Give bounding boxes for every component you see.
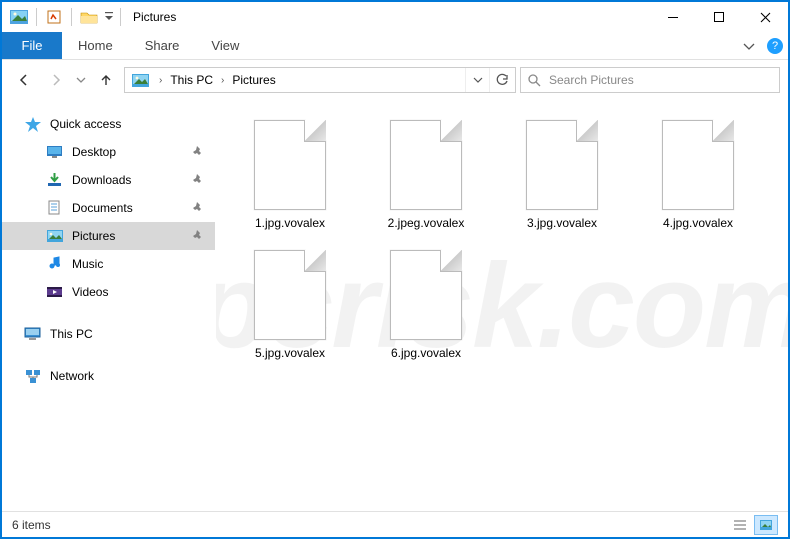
pin-icon	[191, 229, 203, 244]
address-dropdown-icon[interactable]	[465, 68, 489, 92]
sidebar-item-downloads[interactable]: Downloads	[2, 166, 215, 194]
close-button[interactable]	[742, 2, 788, 32]
breadcrumb-this-pc[interactable]: This PC	[166, 68, 217, 92]
sidebar-item-label: Documents	[72, 201, 133, 215]
file-icon	[254, 250, 326, 340]
network-icon	[24, 368, 42, 384]
file-item[interactable]: 6.jpg.vovalex	[358, 246, 494, 364]
desktop-icon	[46, 144, 64, 160]
sidebar-this-pc[interactable]: This PC	[2, 320, 215, 348]
tab-view[interactable]: View	[195, 32, 255, 59]
file-icon	[390, 120, 462, 210]
sidebar-network[interactable]: Network	[2, 362, 215, 390]
sidebar-item-label: Downloads	[72, 173, 131, 187]
file-item[interactable]: 2.jpeg.vovalex	[358, 116, 494, 234]
explorer-window: Pictures File Home Share View ? › This P…	[0, 0, 790, 539]
folder-qat-icon[interactable]	[78, 6, 100, 28]
sidebar-item-label: Pictures	[72, 229, 115, 243]
sidebar-item-label: Videos	[72, 285, 108, 299]
file-name: 2.jpeg.vovalex	[384, 216, 469, 230]
properties-icon[interactable]	[43, 6, 65, 28]
documents-icon	[46, 200, 64, 216]
file-item[interactable]: 3.jpg.vovalex	[494, 116, 630, 234]
file-item[interactable]: 4.jpg.vovalex	[630, 116, 766, 234]
tab-home[interactable]: Home	[62, 32, 129, 59]
file-item[interactable]: 1.jpg.vovalex	[222, 116, 358, 234]
recent-locations-button[interactable]	[74, 66, 88, 94]
file-grid: 1.jpg.vovalex 2.jpeg.vovalex 3.jpg.vovalex…	[216, 100, 788, 380]
sidebar-item-label: Network	[50, 369, 94, 383]
sidebar-item-label: Music	[72, 257, 103, 271]
separator	[71, 8, 72, 26]
location-icon	[131, 72, 151, 88]
sidebar-item-label: Quick access	[50, 117, 121, 131]
file-icon	[390, 250, 462, 340]
file-icon	[662, 120, 734, 210]
separator	[36, 8, 37, 26]
help-icon: ?	[767, 38, 783, 54]
search-icon	[527, 73, 541, 87]
music-icon	[46, 256, 64, 272]
sidebar-item-pictures[interactable]: Pictures	[2, 222, 215, 250]
file-icon	[526, 120, 598, 210]
ribbon: File Home Share View ?	[2, 32, 788, 60]
file-name: 4.jpg.vovalex	[659, 216, 737, 230]
computer-icon	[24, 326, 42, 342]
details-view-button[interactable]	[728, 515, 752, 535]
help-button[interactable]: ?	[762, 32, 788, 59]
refresh-button[interactable]	[489, 68, 513, 92]
window-controls	[650, 2, 788, 32]
back-button[interactable]	[10, 66, 38, 94]
sidebar-item-desktop[interactable]: Desktop	[2, 138, 215, 166]
separator	[120, 8, 121, 26]
pin-icon	[191, 173, 203, 188]
file-icon	[254, 120, 326, 210]
address-bar[interactable]: › This PC › Pictures	[124, 67, 516, 93]
minimize-button[interactable]	[650, 2, 696, 32]
star-icon	[24, 116, 42, 132]
file-item[interactable]: 5.jpg.vovalex	[222, 246, 358, 364]
pin-icon	[191, 201, 203, 216]
sidebar-item-documents[interactable]: Documents	[2, 194, 215, 222]
file-name: 6.jpg.vovalex	[387, 346, 465, 360]
file-view[interactable]: pcrisk.com 1.jpg.vovalex2.jpeg.vovalex3.…	[216, 100, 788, 511]
file-name: 5.jpg.vovalex	[251, 346, 329, 360]
pictures-icon	[46, 228, 64, 244]
up-button[interactable]	[92, 66, 120, 94]
search-box[interactable]	[520, 67, 780, 93]
breadcrumb-pictures[interactable]: Pictures	[228, 68, 279, 92]
body: Quick access Desktop Downloads Documents…	[2, 100, 788, 511]
quick-access-toolbar	[2, 6, 116, 28]
ribbon-expand-icon[interactable]	[736, 32, 762, 59]
file-name: 3.jpg.vovalex	[523, 216, 601, 230]
chevron-right-icon[interactable]: ›	[155, 75, 166, 86]
forward-button[interactable]	[42, 66, 70, 94]
qat-dropdown-icon[interactable]	[102, 6, 116, 28]
app-icon	[8, 6, 30, 28]
search-input[interactable]	[549, 69, 773, 91]
file-name: 1.jpg.vovalex	[251, 216, 329, 230]
sidebar-item-music[interactable]: Music	[2, 250, 215, 278]
title-bar: Pictures	[2, 2, 788, 32]
tab-share[interactable]: Share	[129, 32, 196, 59]
window-title: Pictures	[133, 10, 176, 24]
sidebar-item-label: This PC	[50, 327, 93, 341]
maximize-button[interactable]	[696, 2, 742, 32]
item-count: 6 items	[12, 518, 51, 532]
large-icons-view-button[interactable]	[754, 515, 778, 535]
sidebar-item-label: Desktop	[72, 145, 116, 159]
downloads-icon	[46, 172, 64, 188]
navigation-pane: Quick access Desktop Downloads Documents…	[2, 100, 216, 511]
navigation-bar: › This PC › Pictures	[2, 60, 788, 100]
file-tab[interactable]: File	[2, 32, 62, 59]
sidebar-quick-access[interactable]: Quick access	[2, 110, 215, 138]
status-bar: 6 items	[2, 511, 788, 537]
chevron-right-icon[interactable]: ›	[217, 75, 228, 86]
pin-icon	[191, 145, 203, 160]
sidebar-item-videos[interactable]: Videos	[2, 278, 215, 306]
videos-icon	[46, 284, 64, 300]
